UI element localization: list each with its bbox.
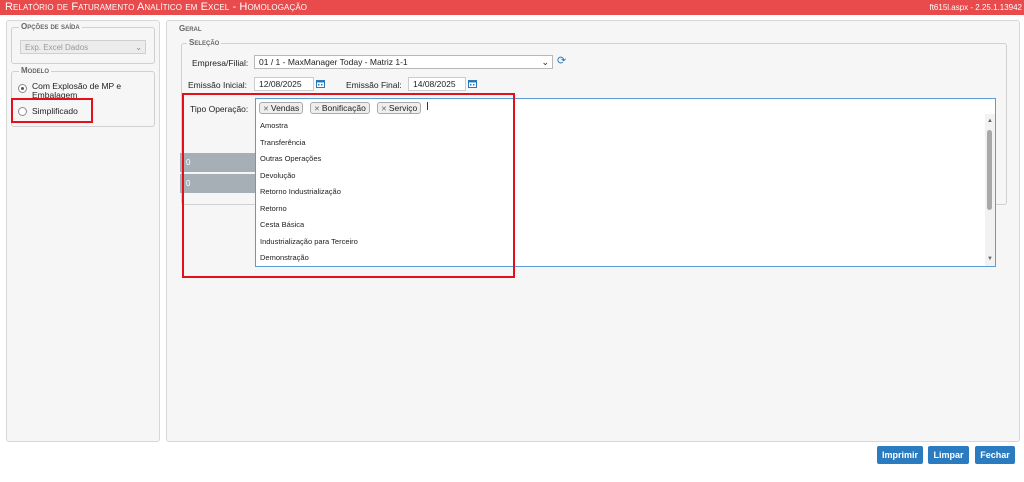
close-button[interactable]: Fechar: [975, 446, 1015, 464]
chevron-down-icon: ⌄: [135, 43, 142, 52]
emissao-final-value: 14/08/2025: [413, 79, 456, 89]
scroll-thumb[interactable]: [987, 130, 992, 210]
highlight-simplificado: [11, 98, 93, 123]
scroll-up-icon[interactable]: ▲: [987, 118, 993, 124]
print-button[interactable]: Imprimir: [877, 446, 923, 464]
output-select[interactable]: Exp. Excel Dados ⌄: [20, 40, 146, 54]
model-title: Modelo: [19, 66, 51, 75]
title-bar: Relatório de Faturamento Analítico em Ex…: [0, 0, 1024, 15]
refresh-icon[interactable]: ⟳: [557, 56, 566, 67]
clear-button[interactable]: Limpar: [928, 446, 969, 464]
emissao-final-field[interactable]: 14/08/2025: [408, 77, 466, 91]
empresa-select[interactable]: 01 / 1 - MaxManager Today - Matriz 1-1 ⌄: [254, 55, 553, 69]
emissao-final-label: Emissão Final:: [346, 80, 402, 90]
calendar-icon[interactable]: [468, 79, 477, 88]
version-label: ft615l.aspx - 2.25.1.13942: [929, 3, 1022, 12]
calendar-icon[interactable]: [316, 79, 325, 88]
chevron-down-icon: ⌄: [541, 57, 549, 67]
selection-title: Seleção: [187, 38, 222, 47]
empresa-label: Empresa/Filial:: [192, 58, 249, 68]
emissao-inicial-value: 12/08/2025: [259, 79, 302, 89]
output-select-value: Exp. Excel Dados: [25, 43, 89, 52]
scroll-down-icon[interactable]: ▼: [987, 256, 993, 262]
radio-explosao[interactable]: [18, 84, 27, 93]
left-panel: Opções de saída Exp. Excel Dados ⌄ Model…: [6, 20, 160, 442]
empresa-value: 01 / 1 - MaxManager Today - Matriz 1-1: [259, 57, 408, 67]
dropdown-scrollbar[interactable]: ▲ ▼: [985, 114, 995, 266]
emissao-inicial-field[interactable]: 12/08/2025: [254, 77, 314, 91]
emissao-inicial-label: Emissão Inicial:: [188, 80, 248, 90]
highlight-tipo-operacao: [182, 93, 515, 278]
general-title: Geral: [177, 24, 204, 33]
output-options-group: Opções de saída Exp. Excel Dados ⌄: [11, 22, 155, 64]
output-options-title: Opções de saída: [19, 22, 82, 31]
page-title: Relatório de Faturamento Analítico em Ex…: [5, 1, 308, 13]
